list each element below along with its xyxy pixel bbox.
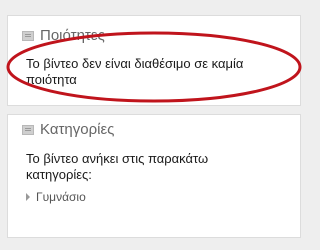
category-link-gymnasio[interactable]: Γυμνάσιο <box>26 189 86 205</box>
quality-panel-title: Ποιότητες <box>40 27 105 44</box>
category-label: Γυμνάσιο <box>36 190 86 204</box>
categories-message: Το βίντεο ανήκει στις παρακάτω κατηγορίε… <box>26 151 209 182</box>
chevron-right-icon <box>26 193 30 201</box>
quality-panel-header: Ποιότητες <box>22 26 105 46</box>
categories-panel: Κατηγορίες Το βίντεο ανήκει στις παρακάτ… <box>7 114 301 238</box>
quality-unavailable-message: Το βίντεο δεν είναι διαθέσιμο σε καμία π… <box>26 56 244 87</box>
quality-panel: Ποιότητες Το βίντεο δεν είναι διαθέσιμο … <box>7 15 301 106</box>
video-info-sidebar: Ποιότητες Το βίντεο δεν είναι διαθέσιμο … <box>0 0 308 250</box>
categories-panel-header: Κατηγορίες <box>22 120 114 140</box>
categories-panel-title: Κατηγορίες <box>40 121 115 138</box>
panel-icon <box>22 125 34 135</box>
panel-icon <box>22 31 34 41</box>
